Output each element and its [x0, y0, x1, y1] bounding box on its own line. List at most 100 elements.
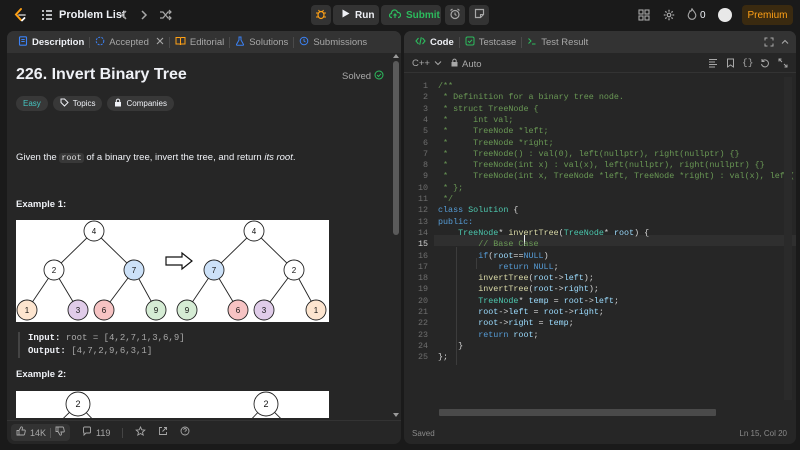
code-line[interactable]: 8 * TreeNode(int x) : val(x), left(nullp…: [404, 160, 784, 171]
premium-label: Premium: [747, 9, 788, 21]
comments-button[interactable]: 119: [82, 426, 110, 439]
companies-button[interactable]: Companies: [107, 96, 174, 111]
code-line[interactable]: 18 invertTree(root->left);: [404, 273, 784, 284]
prev-problem-icon[interactable]: [118, 8, 130, 22]
collapse-chevron-icon[interactable]: [780, 37, 790, 50]
example-1-title: Example 1:: [16, 199, 67, 210]
thumbs-down-icon[interactable]: [55, 426, 65, 439]
scroll-down-arrow-icon[interactable]: [393, 413, 399, 417]
code-line[interactable]: 14 TreeNode* invertTree(TreeNode* root) …: [404, 228, 784, 239]
tree-diagram-example-1: 4 2 7 1 3 6 9 4 7 2 9 6 3 1: [16, 220, 327, 321]
bookmark-icon[interactable]: [726, 58, 735, 71]
leetcode-logo-icon[interactable]: [12, 7, 28, 23]
reset-icon[interactable]: [760, 58, 770, 71]
tree-node-label: 6: [236, 306, 241, 315]
description-footer: 14K 119: [7, 420, 401, 444]
debug-button[interactable]: [311, 5, 331, 25]
code-text: return root;: [478, 329, 539, 340]
format-icon[interactable]: [708, 58, 718, 71]
tab-submissions[interactable]: Submissions: [294, 31, 372, 53]
code-line[interactable]: 24 }: [404, 341, 784, 352]
code-line[interactable]: 25};: [404, 352, 784, 363]
code-line[interactable]: 21 root->left = root->right;: [404, 307, 784, 318]
star-icon[interactable]: [135, 425, 147, 440]
list-icon[interactable]: [40, 8, 54, 22]
run-button[interactable]: Run: [333, 5, 379, 25]
tree-node-label: 9: [154, 306, 159, 315]
problem-description: Given the root of a binary tree, invert …: [16, 152, 296, 163]
code-editor[interactable]: 1/** 2 * Definition for a binary tree nod…: [404, 77, 796, 400]
streak-count: 0: [700, 10, 706, 21]
scrollbar-thumb[interactable]: [393, 61, 399, 235]
tab-test-result[interactable]: Test Result: [522, 31, 593, 53]
code-line[interactable]: 6 * TreeNode *right;: [404, 138, 784, 149]
maximize-icon[interactable]: [764, 37, 774, 50]
tab-solutions[interactable]: Solutions: [230, 31, 293, 53]
next-problem-icon[interactable]: [138, 8, 150, 22]
code-line[interactable]: 15 // Base Case: [404, 239, 784, 250]
topics-button[interactable]: Topics: [52, 96, 103, 111]
submit-button[interactable]: Submit: [381, 5, 441, 25]
code-line[interactable]: 23 return root;: [404, 330, 784, 341]
description-scrollbar[interactable]: [393, 53, 399, 418]
language-select[interactable]: C++: [412, 58, 442, 69]
layout-icon[interactable]: [637, 8, 651, 22]
shuffle-icon[interactable]: [158, 8, 172, 22]
alarm-clock-icon: [449, 8, 461, 23]
like-dislike-group: 14K: [11, 424, 71, 441]
document-icon: [18, 35, 28, 49]
footer-divider: [122, 427, 124, 438]
tab-testcase[interactable]: Testcase: [460, 31, 522, 53]
help-icon[interactable]: [180, 426, 190, 439]
premium-button[interactable]: Premium: [742, 5, 793, 25]
code-line[interactable]: 2 * Definition for a binary tree node.: [404, 92, 784, 103]
code-line[interactable]: 20 TreeNode* temp = root->left;: [404, 296, 784, 307]
comment-icon: [82, 426, 92, 439]
thumbs-up-icon[interactable]: [16, 426, 26, 439]
code-text: */: [438, 194, 454, 204]
code-line[interactable]: 1 /**: [404, 81, 784, 92]
braces-icon[interactable]: {}: [742, 57, 753, 68]
code-line[interactable]: 5 * TreeNode *left;: [404, 126, 784, 137]
code-line[interactable]: 4 * int val;: [404, 115, 784, 126]
code-line[interactable]: 10 * };: [404, 183, 784, 194]
comment-count: 119: [96, 427, 111, 438]
streak-counter[interactable]: 0: [687, 7, 706, 23]
tab-accepted[interactable]: Accepted: [90, 31, 169, 53]
user-avatar[interactable]: [718, 8, 732, 22]
close-tab-icon[interactable]: [156, 37, 164, 48]
share-icon[interactable]: [158, 426, 168, 439]
divider: [50, 427, 52, 438]
timer-button[interactable]: [445, 5, 465, 25]
editor-vertical-scrollbar[interactable]: [784, 77, 792, 400]
line-number: 18: [417, 273, 428, 284]
mode-select[interactable]: Auto: [451, 58, 482, 70]
code-line[interactable]: 9 * TreeNode(int x, TreeNode *left, Tree…: [404, 171, 796, 182]
code-line[interactable]: 13 public:: [404, 217, 784, 228]
code-line[interactable]: 3 * struct TreeNode {: [404, 104, 784, 115]
editor-horizontal-scrollbar[interactable]: [439, 409, 716, 416]
settings-gear-icon[interactable]: [662, 8, 676, 22]
output-line: Output: [4,7,2,9,6,3,1]: [28, 346, 153, 356]
problem-title[interactable]: 226. Invert Binary Tree: [16, 66, 187, 84]
tab-description[interactable]: Description: [13, 31, 89, 53]
code-text: }: [438, 340, 464, 351]
note-button[interactable]: [469, 5, 489, 25]
code-line[interactable]: 22 root->right = temp;: [404, 318, 784, 329]
code-line[interactable]: 17 return NULL;: [404, 262, 784, 273]
line-number: 3: [422, 103, 428, 114]
code-line[interactable]: 7 * TreeNode() : val(0), left(nullptr), …: [404, 149, 784, 160]
tab-editorial[interactable]: Editorial: [170, 31, 229, 53]
code-text: root->right = temp;: [478, 318, 574, 329]
scroll-up-arrow-icon[interactable]: [393, 54, 399, 58]
code-line[interactable]: 12 class Solution {: [404, 205, 784, 216]
problem-list-link[interactable]: Problem List: [59, 9, 126, 21]
code-line[interactable]: 19 invertTree(root->right);: [404, 284, 784, 295]
fullscreen-icon[interactable]: [778, 58, 788, 71]
tab-code[interactable]: Code: [410, 31, 459, 53]
cursor-position: Ln 15, Col 20: [739, 429, 787, 438]
code-line[interactable]: 16 if(root==NULL): [404, 251, 784, 262]
code-line[interactable]: 11 */: [404, 194, 784, 205]
line-number: 24: [417, 340, 428, 351]
line-number: 19: [417, 284, 428, 295]
